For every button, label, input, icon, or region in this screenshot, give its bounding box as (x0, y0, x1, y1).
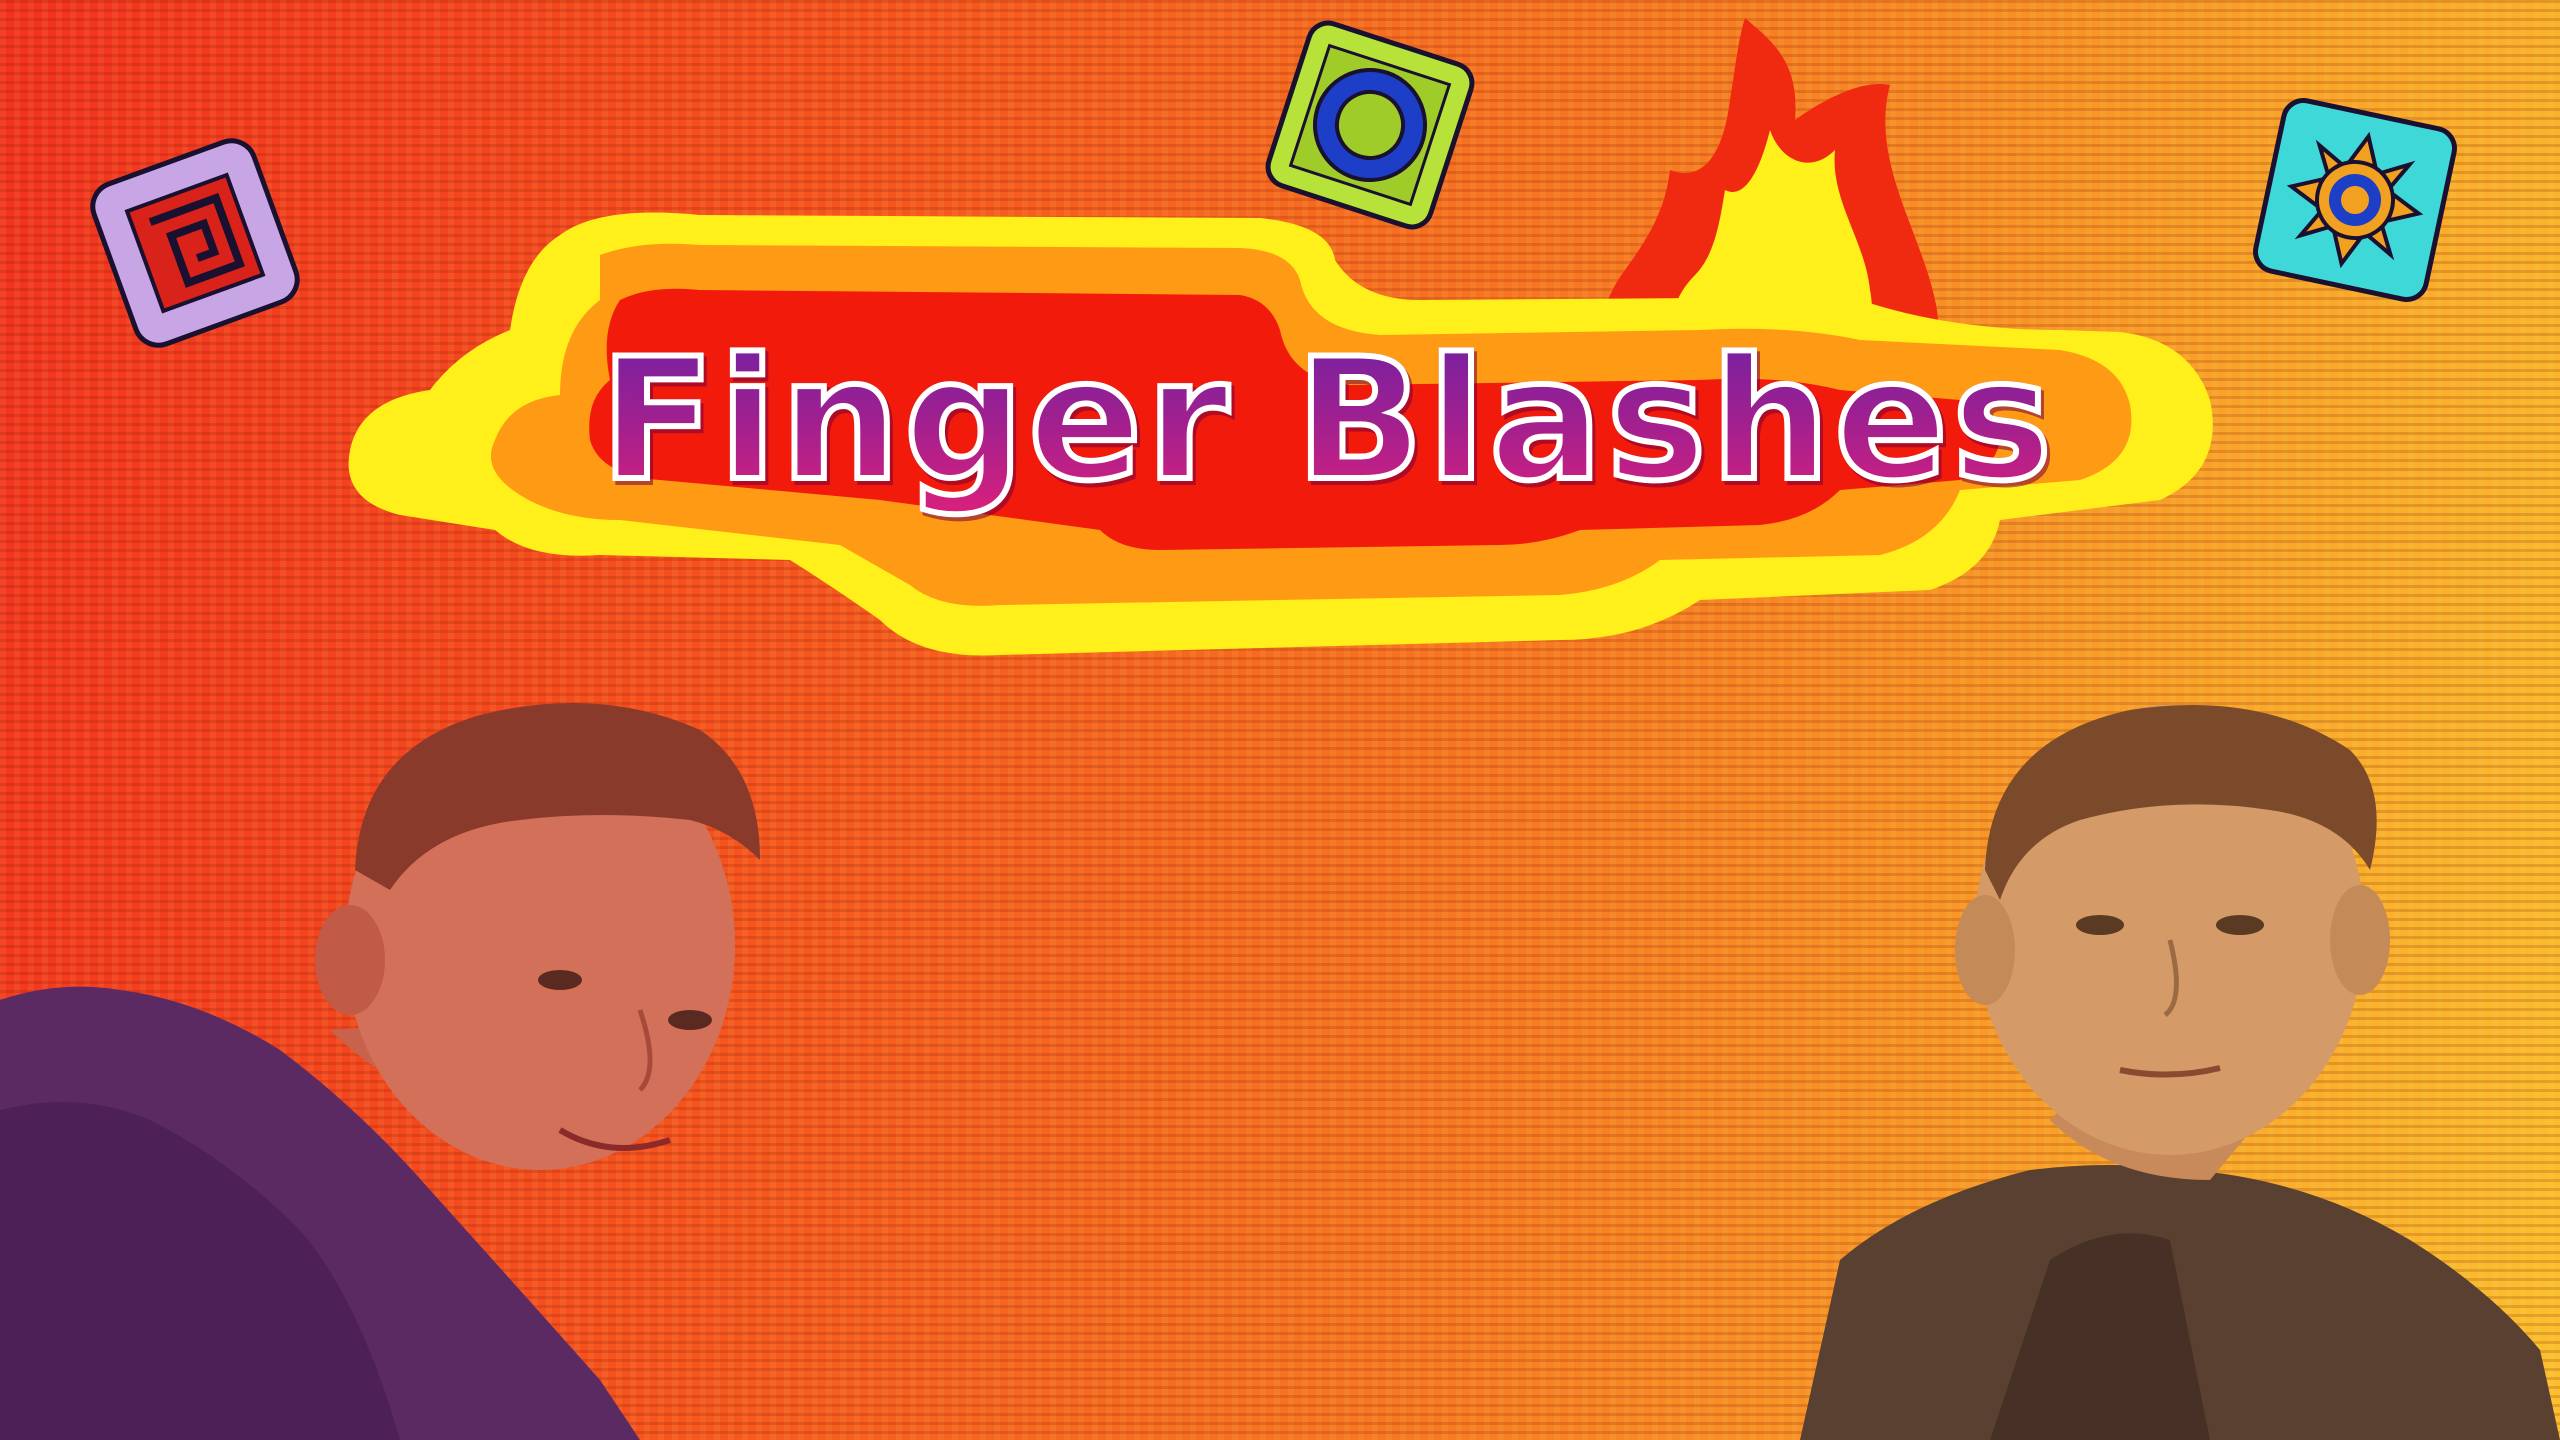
left-player-portrait (0, 703, 760, 1440)
square-spiral-icon (90, 138, 300, 348)
right-player-portrait (1800, 705, 2560, 1440)
ring-icon (1265, 20, 1475, 230)
sun-gear-icon (2253, 98, 2457, 302)
title-screen: Finger Blashes (0, 0, 2560, 1440)
game-title: Finger Blashes (597, 290, 2100, 550)
